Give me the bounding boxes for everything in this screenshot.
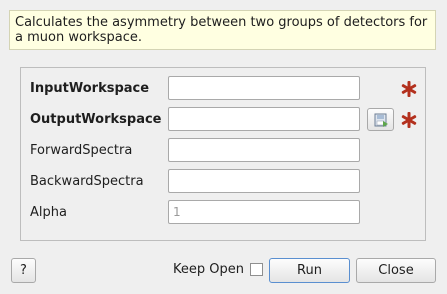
- output-workspace-label: OutputWorkspace: [30, 112, 162, 127]
- output-workspace-mandatory-star-icon: [401, 112, 417, 128]
- help-button[interactable]: ?: [11, 258, 36, 283]
- keep-open-checkbox[interactable]: [250, 263, 263, 276]
- input-workspace-mandatory-star-icon: [401, 81, 417, 97]
- algorithm-description: Calculates the asymmetry between two gro…: [9, 10, 436, 50]
- save-workspace-button[interactable]: [367, 108, 394, 131]
- alpha-label: Alpha: [30, 205, 67, 220]
- close-button[interactable]: Close: [356, 258, 436, 283]
- run-button[interactable]: Run: [269, 258, 350, 283]
- input-workspace-field[interactable]: [168, 76, 360, 100]
- forward-spectra-label: ForwardSpectra: [30, 143, 133, 158]
- output-workspace-field[interactable]: [168, 107, 360, 131]
- save-workspace-icon: [374, 113, 388, 127]
- input-workspace-label: InputWorkspace: [30, 81, 150, 96]
- backward-spectra-field[interactable]: [168, 169, 360, 193]
- keep-open-label: Keep Open: [173, 262, 244, 277]
- forward-spectra-field[interactable]: [168, 138, 360, 162]
- backward-spectra-label: BackwardSpectra: [30, 174, 144, 189]
- alpha-field[interactable]: [168, 200, 360, 224]
